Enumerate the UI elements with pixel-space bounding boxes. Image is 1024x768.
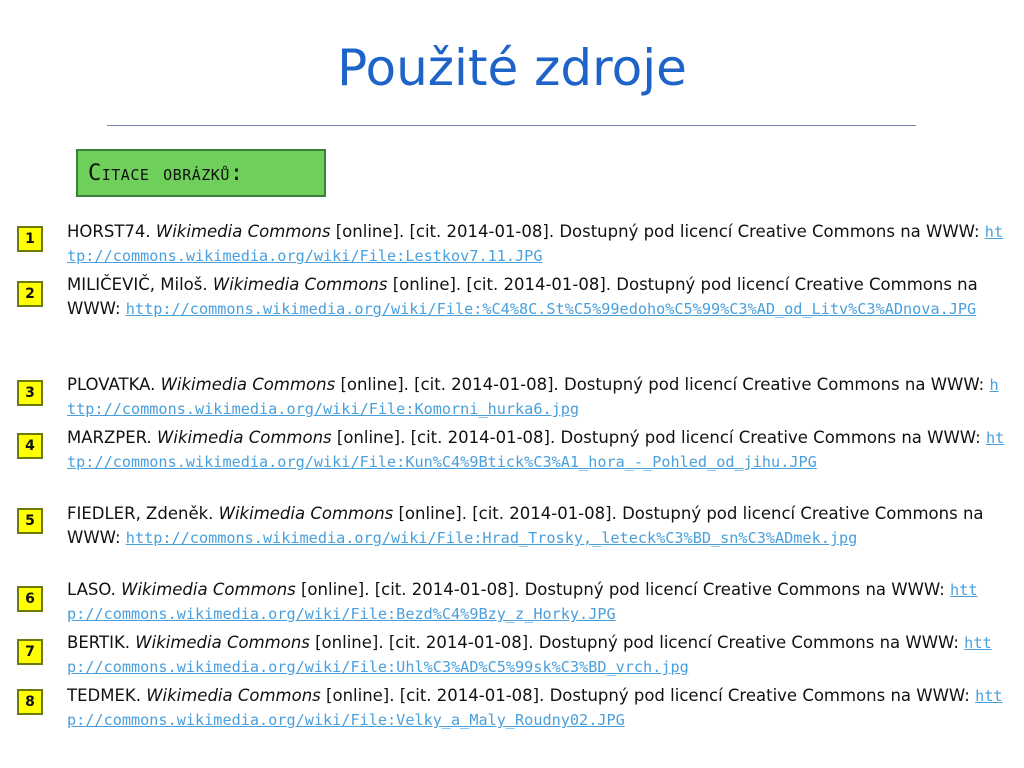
- reference-item: FIEDLER, Zdeněk. Wikimedia Commons [onli…: [67, 502, 1007, 550]
- reference-item: BERTIK. Wikimedia Commons [online]. [cit…: [67, 631, 1007, 679]
- reference-link[interactable]: http://commons.wikimedia.org/wiki/File:H…: [126, 529, 858, 547]
- reference-work: Wikimedia Commons: [135, 633, 310, 652]
- reference-work: Wikimedia Commons: [212, 275, 388, 294]
- reference-work: Wikimedia Commons: [146, 686, 321, 705]
- reference-work: Wikimedia Commons: [218, 504, 394, 523]
- reference-number-badge: 2: [17, 281, 43, 307]
- reference-number-badge: 1: [17, 226, 43, 252]
- reference-author: PLOVATKA.: [67, 375, 156, 394]
- reference-author: MILIČEVIČ, Miloš.: [67, 275, 208, 294]
- reference-author: FIEDLER, Zdeněk.: [67, 504, 214, 523]
- reference-number-badge: 3: [17, 380, 43, 406]
- reference-link[interactable]: http://commons.wikimedia.org/wiki/File:%…: [126, 300, 976, 318]
- reference-work: Wikimedia Commons: [121, 580, 296, 599]
- reference-author: LASO.: [67, 580, 116, 599]
- reference-details: [online]. [cit. 2014-01-08]. Dostupný po…: [326, 686, 970, 705]
- reference-number-badge: 6: [17, 586, 43, 612]
- reference-item: LASO. Wikimedia Commons [online]. [cit. …: [67, 578, 1007, 626]
- reference-item: TEDMEK. Wikimedia Commons [online]. [cit…: [67, 684, 1007, 732]
- reference-number-badge: 7: [17, 639, 43, 665]
- reference-item: MARZPER. Wikimedia Commons [online]. [ci…: [67, 426, 1007, 474]
- reference-details: [online]. [cit. 2014-01-08]. Dostupný po…: [315, 633, 959, 652]
- reference-details: [online]. [cit. 2014-01-08]. Dostupný po…: [301, 580, 945, 599]
- reference-work: Wikimedia Commons: [160, 375, 336, 394]
- reference-item: MILIČEVIČ, Miloš. Wikimedia Commons [onl…: [67, 273, 1007, 321]
- reference-author: BERTIK.: [67, 633, 131, 652]
- reference-author: HORST74.: [67, 222, 151, 241]
- reference-details: [online]. [cit. 2014-01-08]. Dostupný po…: [336, 428, 981, 447]
- reference-list: 1 HORST74. Wikimedia Commons [online]. […: [0, 0, 1024, 768]
- reference-details: [online]. [cit. 2014-01-08]. Dostupný po…: [340, 375, 985, 394]
- reference-author: MARZPER.: [67, 428, 152, 447]
- reference-number-badge: 4: [17, 433, 43, 459]
- reference-author: TEDMEK.: [67, 686, 141, 705]
- reference-number-badge: 8: [17, 689, 43, 715]
- reference-details: [online]. [cit. 2014-01-08]. Dostupný po…: [335, 222, 980, 241]
- reference-item: HORST74. Wikimedia Commons [online]. [ci…: [67, 220, 1007, 268]
- reference-work: Wikimedia Commons: [157, 428, 332, 447]
- reference-item: PLOVATKA. Wikimedia Commons [online]. [c…: [67, 373, 1007, 421]
- reference-work: Wikimedia Commons: [155, 222, 331, 241]
- reference-number-badge: 5: [17, 508, 43, 534]
